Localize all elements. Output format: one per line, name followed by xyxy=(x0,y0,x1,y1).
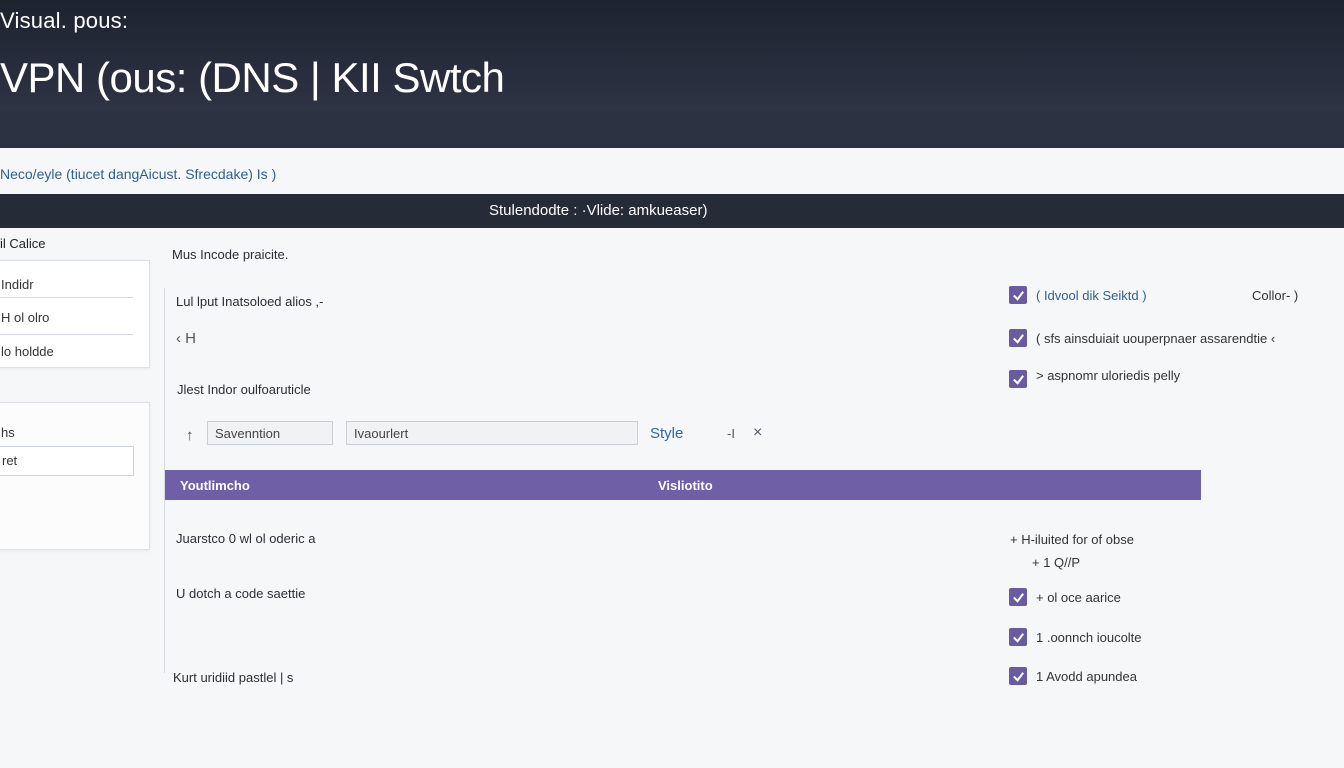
left-menu-card: Indidr H ol olro lo holdde xyxy=(0,260,150,368)
note-line-2: + 1 Q//P xyxy=(1032,555,1081,570)
breadcrumb-subline[interactable]: Neco/eyle (tiucet dangAicust. Sfrecdake)… xyxy=(0,166,276,182)
table-row: Juarstco 0 wl ol oderic a xyxy=(176,531,316,546)
option-checkbox-5[interactable] xyxy=(1009,628,1027,646)
filter-label: hs xyxy=(1,425,15,440)
option-label-2: ( sfs ainsduiait uouperpnaer assarendtie… xyxy=(1036,331,1276,346)
checkmark-icon xyxy=(1012,632,1024,643)
left-panel-heading: il Calice xyxy=(0,236,46,251)
checkmark-icon xyxy=(1012,290,1024,301)
first-text-field[interactable]: Savenntion xyxy=(207,421,333,445)
header-band xyxy=(0,110,1344,148)
table-row: U dotch a code saettie xyxy=(176,586,306,601)
option-checkbox-6[interactable] xyxy=(1009,667,1027,685)
option-label-1: ( Idvool dik Seiktd ) xyxy=(1036,288,1147,303)
option-label-6: 1 Avodd apundea xyxy=(1036,669,1137,684)
style-link[interactable]: Style xyxy=(650,425,683,442)
option-checkbox-3[interactable] xyxy=(1009,370,1027,388)
left-menu-divider xyxy=(0,297,133,298)
table-header-col-2[interactable]: Visliotito xyxy=(658,478,713,493)
header-kicker: Visual. pous: xyxy=(0,8,129,33)
option-label-5: 1 .oonnch ioucolte xyxy=(1036,630,1142,645)
close-icon[interactable]: × xyxy=(753,424,762,442)
left-filter-card: hs ret xyxy=(0,402,150,550)
option-label-3: > aspnomr uloriedis pelly xyxy=(1036,368,1181,383)
table-header-col-1[interactable]: Youtlimcho xyxy=(180,478,250,493)
color-dropdown[interactable]: Collor- ) xyxy=(1252,288,1298,303)
minimize-control[interactable]: -I xyxy=(727,426,735,441)
checkmark-icon xyxy=(1012,671,1024,682)
checkmark-icon xyxy=(1012,592,1024,603)
sort-up-icon[interactable]: ↑ xyxy=(186,427,194,444)
checkmark-icon xyxy=(1012,374,1024,385)
filter-input[interactable]: ret xyxy=(0,446,134,476)
table-header: Youtlimcho Visliotito xyxy=(165,470,1201,500)
back-control[interactable]: ‹ H xyxy=(176,330,196,347)
main-intro-text: Mus Incode praicite. xyxy=(172,247,289,262)
left-menu-item-1[interactable]: Indidr xyxy=(1,277,34,292)
status-text: Stulendodte : ·Vlide: amkueaser) xyxy=(489,202,708,219)
main-section-text: Jlest Indor oulfoaruticle xyxy=(177,382,311,397)
left-menu-divider xyxy=(0,334,133,335)
app-header: Visual. pous: VPN (ous: (DNS | KII Swtch xyxy=(0,0,1344,148)
option-checkbox-4[interactable] xyxy=(1009,588,1027,606)
left-menu-item-3[interactable]: lo holdde xyxy=(1,344,54,359)
left-menu-item-2[interactable]: H ol olro xyxy=(1,310,49,325)
main-input-text: Lul lput Inatsoloed alios ,- xyxy=(176,294,324,309)
checkmark-icon xyxy=(1012,333,1024,344)
second-text-field[interactable]: Ivaourlert xyxy=(346,421,638,445)
note-line-1: + H-iluited for of obse xyxy=(1010,532,1134,547)
page-title: VPN (ous: (DNS | KII Swtch xyxy=(0,54,505,101)
status-bar: Stulendodte : ·Vlide: amkueaser) xyxy=(0,194,1344,228)
table-row: Kurt uridiid pastlel | s xyxy=(173,670,294,685)
option-label-4: + ol oce aarice xyxy=(1036,590,1121,605)
option-checkbox-2[interactable] xyxy=(1009,329,1027,347)
option-checkbox-1[interactable] xyxy=(1009,286,1027,304)
